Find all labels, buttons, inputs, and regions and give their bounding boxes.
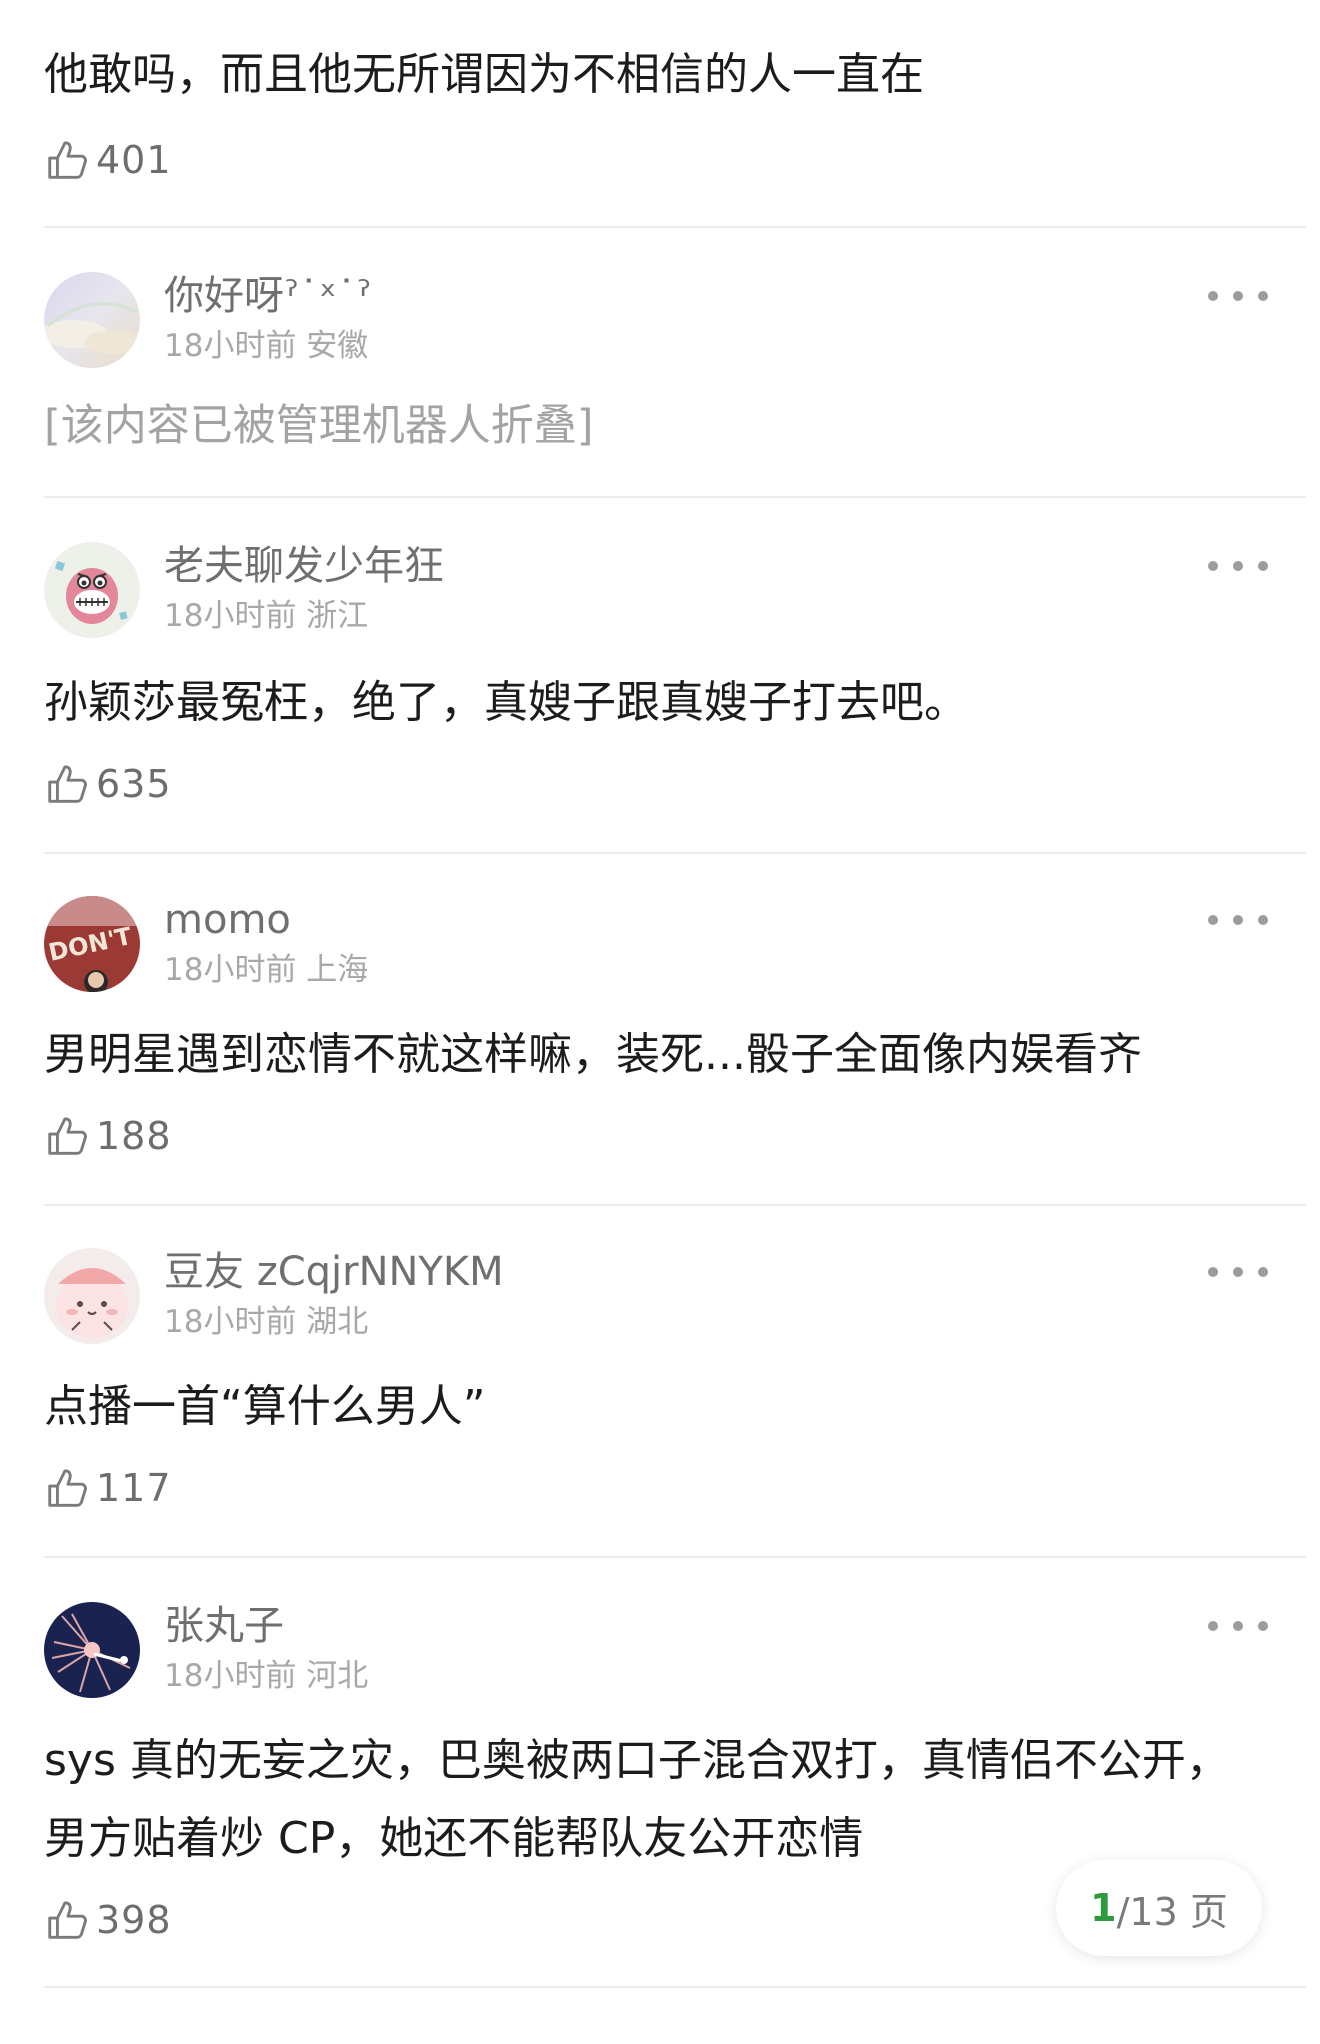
comment-text: 男明星遇到恋情不就这样嘛，装死...骰子全面像内娱看齐 (44, 1029, 1142, 1080)
divider (44, 1204, 1306, 1206)
comment-meta: 18小时前 湖北 (164, 1304, 369, 1340)
username[interactable]: 老夫聊发少年狂 (164, 542, 444, 590)
divider (44, 852, 1306, 854)
comment-meta: 18小时前 上海 (164, 952, 369, 988)
avatar-pink-blob-image (44, 1248, 140, 1344)
like-count: 398 (96, 1898, 172, 1942)
like-button[interactable]: 635 (44, 758, 172, 810)
comment-text: 孙颖莎最冤枉，绝了，真嫂子跟真嫂子打去吧。 (44, 677, 968, 728)
comment-text: 点播一首“算什么男人” (44, 1381, 486, 1432)
avatar[interactable] (44, 1602, 140, 1698)
like-count: 635 (96, 762, 172, 806)
username[interactable]: 豆友 zCqjrNNYKM (164, 1248, 504, 1296)
comment-text: sys 真的无妄之灾，巴奥被两口子混合双打，真情侣不公开，男方贴着炒 CP，她还… (44, 1735, 1230, 1864)
like-count: 188 (96, 1114, 172, 1158)
username[interactable]: momo (164, 896, 291, 944)
like-count: 401 (96, 138, 172, 182)
thumbs-up-icon (48, 765, 87, 803)
comment-text: 他敢吗，而且他无所谓因为不相信的人一直在 (44, 49, 924, 100)
avatar[interactable] (44, 272, 140, 368)
like-button[interactable]: 188 (44, 1110, 172, 1162)
more-options-icon[interactable] (1208, 276, 1268, 316)
like-count: 117 (96, 1466, 172, 1510)
thumbs-up-icon (48, 1469, 87, 1507)
total-pages: /13 页 (1116, 1889, 1228, 1934)
more-options-icon[interactable] (1208, 1252, 1268, 1292)
comment-feed: 他敢吗，而且他无所谓因为不相信的人一直在 401 你好呀ˀ˙ˣ˙ˀ 18小时前 … (0, 0, 1320, 2044)
current-page: 1 (1090, 1886, 1117, 1930)
avatar[interactable]: DON'T (44, 896, 140, 992)
username[interactable]: 张丸子 (164, 1602, 284, 1650)
avatar-sky-image (44, 272, 140, 368)
like-button[interactable]: 401 (44, 134, 172, 186)
thumbs-up-icon (48, 141, 87, 179)
thumbs-up-icon (48, 1901, 87, 1939)
avatar-cartoon-image (44, 542, 140, 638)
folded-notice[interactable]: [该内容已被管理机器人折叠] (44, 398, 594, 454)
thumbs-up-icon (48, 1117, 87, 1155)
divider (44, 226, 1306, 228)
divider (44, 496, 1306, 498)
like-button[interactable]: 117 (44, 1462, 172, 1514)
comment-meta: 18小时前 安徽 (164, 328, 369, 364)
avatar-dark-flower-image (44, 1602, 140, 1698)
like-button[interactable]: 398 (44, 1894, 172, 1946)
more-options-icon[interactable] (1208, 1606, 1268, 1646)
divider (44, 1556, 1306, 1558)
page-indicator-button[interactable]: 1/13 页 (1056, 1860, 1262, 1956)
username[interactable]: 你好呀ˀ˙ˣ˙ˀ (164, 272, 371, 320)
avatar[interactable] (44, 542, 140, 638)
more-options-icon[interactable] (1208, 900, 1268, 940)
avatar-dont-image: DON'T (44, 896, 140, 992)
avatar[interactable] (44, 1248, 140, 1344)
divider (44, 1986, 1306, 1988)
comment-meta: 18小时前 河北 (164, 1658, 369, 1694)
more-options-icon[interactable] (1208, 546, 1268, 586)
comment-meta: 18小时前 浙江 (164, 598, 369, 634)
